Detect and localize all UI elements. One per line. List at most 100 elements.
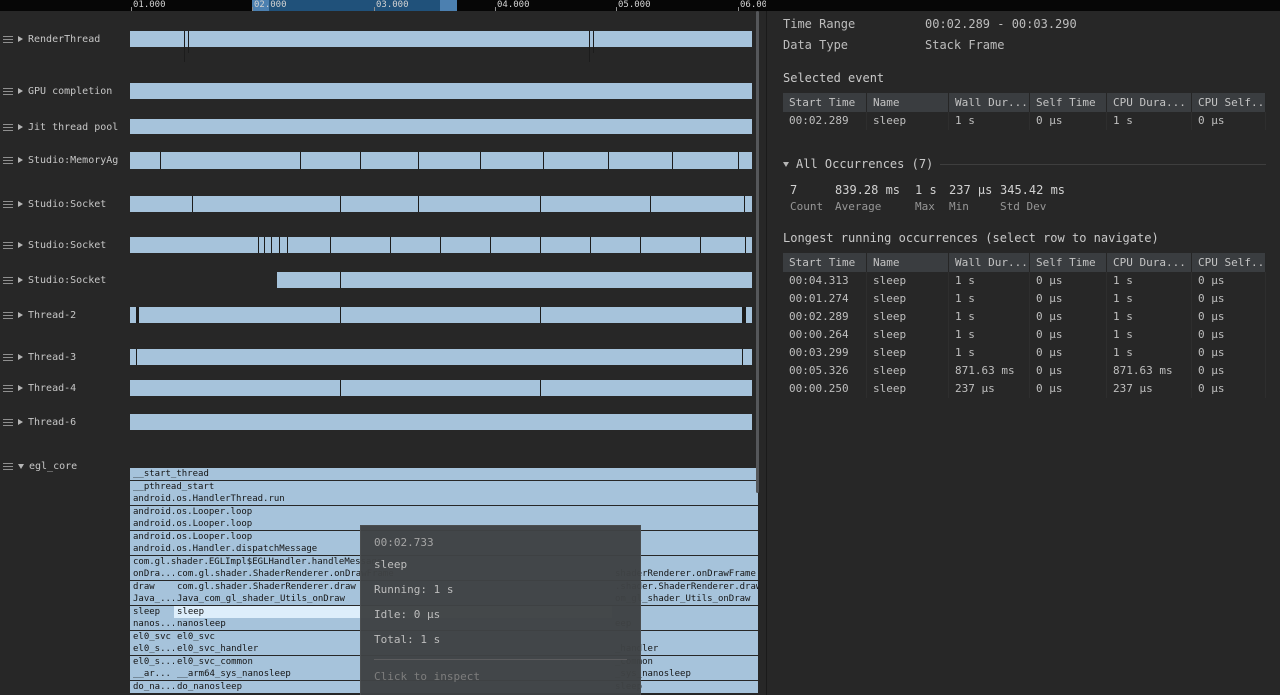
thread-row-jit-thread-pool[interactable]: Jit thread pool (0, 119, 131, 135)
flame-frame[interactable]: __start_thread (130, 468, 758, 480)
expand-arrow-icon[interactable] (18, 354, 23, 360)
event-mark (745, 237, 746, 253)
drag-handle-icon[interactable] (3, 241, 13, 249)
ruler-track[interactable]: 01.000 02.000 03.000 04.000 05.000 06.00… (0, 0, 766, 11)
table-row[interactable]: 00:03.299 sleep 1 s 0 µs 1 s 0 µs (783, 344, 1266, 362)
column-header-wall-duration[interactable]: Wall Dur... (949, 253, 1030, 272)
event-mark (744, 196, 745, 212)
track-studio-memoryag[interactable] (130, 152, 752, 169)
drag-handle-icon[interactable] (3, 123, 13, 131)
expand-arrow-icon[interactable] (18, 419, 23, 425)
flame-frame[interactable]: nanos... (130, 618, 178, 630)
column-header-wall-duration[interactable]: Wall Dur... (949, 93, 1030, 112)
flame-frame[interactable]: draw (130, 580, 178, 593)
thread-row-egl-core[interactable]: egl_core (0, 458, 131, 474)
all-occurrences-toggle[interactable]: All Occurrences (7) (783, 157, 1266, 171)
table-row[interactable]: 00:02.289 sleep 1 s 0 µs 1 s 0 µs (783, 112, 1266, 130)
thread-name: Thread-2 (28, 309, 77, 321)
track-renderthread[interactable] (130, 31, 752, 62)
drag-handle-icon[interactable] (3, 311, 13, 319)
column-header-name[interactable]: Name (867, 93, 949, 112)
expand-arrow-icon[interactable] (18, 124, 23, 130)
cell-wall-duration: 1 s (949, 112, 1030, 130)
drag-handle-icon[interactable] (3, 35, 13, 43)
selection-handle-right[interactable] (440, 0, 457, 11)
column-header-start-time[interactable]: Start Time (783, 93, 867, 112)
collapse-arrow-icon[interactable] (18, 463, 24, 469)
cell-cpu-duration: 237 µs (1107, 380, 1192, 398)
flame-frame[interactable]: android.os.Looper.loop (130, 505, 758, 518)
flame-frame[interactable]: do_na... (130, 680, 178, 693)
track-thread-4[interactable] (130, 380, 752, 396)
track-studio-socket-1[interactable] (130, 196, 752, 212)
drag-handle-icon[interactable] (3, 156, 13, 164)
thread-row-thread-4[interactable]: Thread-4 (0, 380, 131, 396)
table-row[interactable]: 00:02.289 sleep 1 s 0 µs 1 s 0 µs (783, 308, 1266, 326)
panel-divider (766, 0, 767, 695)
thread-row-thread-6[interactable]: Thread-6 (0, 414, 131, 430)
timeline-ruler[interactable]: 01.000 02.000 03.000 04.000 05.000 06.00… (0, 0, 1280, 11)
drag-handle-icon[interactable] (3, 418, 13, 426)
event-mark (700, 237, 701, 253)
track-thread-6[interactable] (130, 414, 752, 430)
table-row[interactable]: 00:00.250 sleep 237 µs 0 µs 237 µs 0 µs (783, 380, 1266, 398)
flame-frame[interactable]: el0_svc (130, 630, 178, 643)
flame-frame[interactable]: el0_s... (130, 655, 178, 668)
column-header-start-time[interactable]: Start Time (783, 253, 867, 272)
expand-arrow-icon[interactable] (18, 157, 23, 163)
flame-frame[interactable]: Java_... (130, 593, 178, 605)
tooltip-running: Running: 1 s (374, 583, 454, 596)
expand-arrow-icon[interactable] (18, 242, 23, 248)
track-thread-3[interactable] (130, 349, 752, 365)
track-studio-socket-3[interactable] (277, 272, 752, 288)
flame-frame[interactable]: sleep (130, 605, 178, 618)
expand-arrow-icon[interactable] (18, 36, 23, 42)
thread-row-studio-memoryag[interactable]: Studio:MemoryAg (0, 152, 131, 168)
column-header-cpu-duration[interactable]: CPU Dura... (1107, 93, 1192, 112)
expand-arrow-icon[interactable] (18, 277, 23, 283)
flame-frame[interactable]: __ar... (130, 668, 178, 680)
collapse-arrow-icon[interactable] (783, 161, 789, 167)
column-header-self-time[interactable]: Self Time (1030, 253, 1107, 272)
drag-handle-icon[interactable] (3, 384, 13, 392)
drag-handle-icon[interactable] (3, 276, 13, 284)
flame-frame[interactable]: android.os.HandlerThread.run (130, 493, 758, 505)
table-row[interactable]: 00:04.313 sleep 1 s 0 µs 1 s 0 µs (783, 272, 1266, 290)
event-mark (136, 349, 137, 365)
expand-arrow-icon[interactable] (18, 88, 23, 94)
track-gpu-completion[interactable] (130, 83, 752, 99)
thread-row-studio-socket-3[interactable]: Studio:Socket (0, 272, 131, 288)
thread-row-thread-2[interactable]: Thread-2 (0, 307, 131, 323)
cell-cpu-self: 0 µs (1192, 326, 1266, 344)
drag-handle-icon[interactable] (3, 353, 13, 361)
track-studio-socket-2[interactable] (130, 237, 752, 253)
column-header-name[interactable]: Name (867, 253, 949, 272)
thread-row-studio-socket-2[interactable]: Studio:Socket (0, 237, 131, 253)
column-header-cpu-self[interactable]: CPU Self... (1192, 93, 1266, 112)
table-row[interactable]: 00:00.264 sleep 1 s 0 µs 1 s 0 µs (783, 326, 1266, 344)
expand-arrow-icon[interactable] (18, 201, 23, 207)
track-thread-2[interactable] (130, 307, 752, 323)
flame-frame[interactable]: __pthread_start (130, 480, 758, 493)
thread-row-studio-socket-1[interactable]: Studio:Socket (0, 196, 131, 212)
drag-handle-icon[interactable] (3, 200, 13, 208)
thread-row-thread-3[interactable]: Thread-3 (0, 349, 131, 365)
drag-handle-icon[interactable] (3, 87, 13, 95)
thread-row-gpu-completion[interactable]: GPU completion (0, 83, 131, 99)
column-header-self-time[interactable]: Self Time (1030, 93, 1107, 112)
thread-row-renderthread[interactable]: RenderThread (0, 31, 131, 47)
expand-arrow-icon[interactable] (18, 385, 23, 391)
table-row[interactable]: 00:05.326 sleep 871.63 ms 0 µs 871.63 ms… (783, 362, 1266, 380)
expand-arrow-icon[interactable] (18, 312, 23, 318)
vertical-scrollbar[interactable] (756, 11, 759, 493)
track-jit-thread-pool[interactable] (130, 119, 752, 134)
flame-frame[interactable]: el0_s... (130, 643, 178, 655)
event-mark (136, 307, 139, 323)
column-header-cpu-duration[interactable]: CPU Dura... (1107, 253, 1192, 272)
cell-name: sleep (867, 290, 949, 308)
flame-frame[interactable]: onDra... (130, 568, 178, 580)
drag-handle-icon[interactable] (3, 462, 13, 470)
event-mark (742, 349, 743, 365)
column-header-cpu-self[interactable]: CPU Self... (1192, 253, 1266, 272)
table-row[interactable]: 00:01.274 sleep 1 s 0 µs 1 s 0 µs (783, 290, 1266, 308)
